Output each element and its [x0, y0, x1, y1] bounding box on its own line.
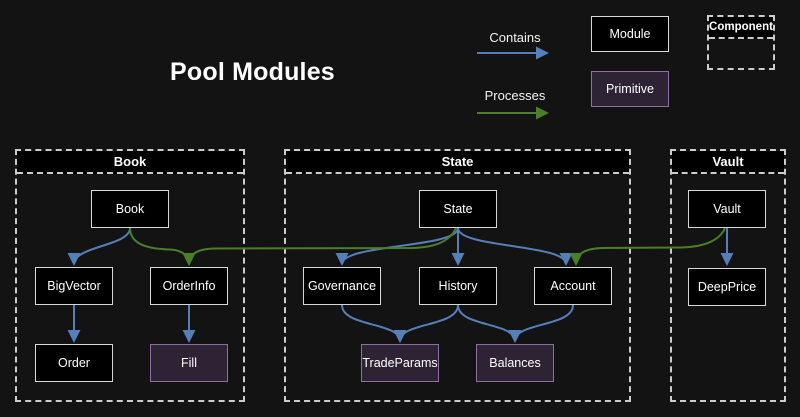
node-account-label: Account	[550, 279, 595, 293]
node-order-label: Order	[58, 356, 90, 370]
node-book: Book	[91, 190, 169, 228]
legend-component-box: Component	[707, 15, 775, 70]
node-deepprice-label: DeepPrice	[698, 280, 756, 294]
node-vault: Vault	[688, 190, 766, 228]
node-account: Account	[534, 267, 612, 305]
node-state: State	[419, 190, 497, 228]
legend-processes-label: Processes	[477, 88, 553, 103]
pool-modules-diagram: Pool Modules Contains Processes Module P…	[0, 0, 800, 417]
node-bigvector-label: BigVector	[47, 279, 101, 293]
node-book-label: Book	[116, 202, 145, 216]
node-governance-label: Governance	[308, 279, 376, 293]
node-history: History	[419, 267, 497, 305]
legend-primitive-box: Primitive	[591, 71, 669, 107]
node-balances-label: Balances	[489, 356, 540, 370]
legend-contains-label: Contains	[477, 30, 553, 45]
node-bigvector: BigVector	[35, 267, 113, 305]
node-vault-label: Vault	[713, 202, 741, 216]
legend-component-label: Component	[709, 17, 773, 39]
node-state-label: State	[443, 202, 472, 216]
node-orderinfo-label: OrderInfo	[163, 279, 216, 293]
node-governance: Governance	[303, 267, 381, 305]
node-tradeparams-label: TradeParams	[362, 356, 437, 370]
node-tradeparams: TradeParams	[361, 344, 439, 382]
node-order: Order	[35, 344, 113, 382]
node-balances: Balances	[476, 344, 554, 382]
container-book-title: Book	[17, 151, 243, 174]
node-fill-label: Fill	[181, 356, 197, 370]
legend-module-label: Module	[610, 27, 651, 41]
node-history-label: History	[439, 279, 478, 293]
node-deepprice: DeepPrice	[688, 268, 766, 306]
legend-primitive-label: Primitive	[606, 82, 654, 96]
page-title: Pool Modules	[170, 58, 335, 87]
container-vault-title: Vault	[672, 151, 784, 174]
legend-module-box: Module	[591, 16, 669, 52]
node-fill: Fill	[150, 344, 228, 382]
node-orderinfo: OrderInfo	[150, 267, 228, 305]
container-state-title: State	[286, 151, 629, 174]
